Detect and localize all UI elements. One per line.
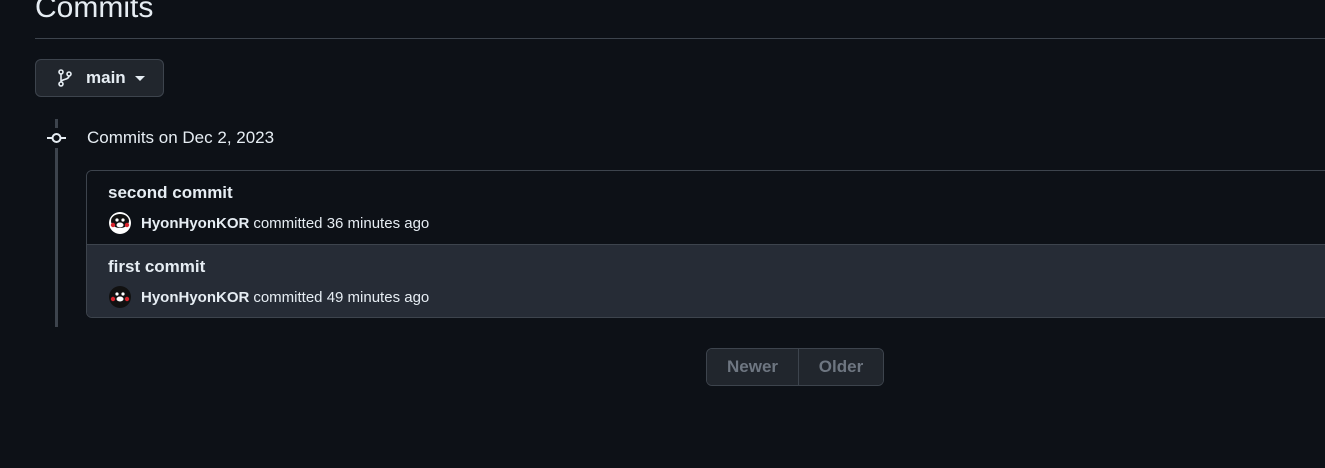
commit-list: second commit HyonHyonKOR committed 36 m…: [86, 170, 1325, 318]
title-divider: [35, 38, 1325, 39]
newer-button[interactable]: Newer: [707, 349, 799, 385]
commit-row[interactable]: second commit HyonHyonKOR committed 36 m…: [87, 171, 1325, 244]
timeline-line: [55, 119, 58, 327]
author-link[interactable]: HyonHyonKOR: [141, 289, 249, 306]
avatar[interactable]: [108, 285, 132, 309]
avatar[interactable]: [108, 211, 132, 235]
branch-selector-button[interactable]: main: [35, 59, 164, 97]
commit-node-icon: [46, 128, 67, 148]
author-link[interactable]: HyonHyonKOR: [141, 215, 249, 232]
commit-time: committed 36 minutes ago: [253, 214, 430, 232]
pagination: Newer Older: [706, 348, 884, 386]
commit-group-heading: Commits on Dec 2, 2023: [87, 128, 275, 147]
git-branch-icon: [56, 69, 74, 87]
caret-down-icon: [134, 72, 146, 84]
older-button[interactable]: Older: [799, 349, 883, 385]
commit-time: committed 49 minutes ago: [253, 288, 430, 306]
branch-name: main: [86, 68, 126, 87]
commit-meta: HyonHyonKOR committed 49 minutes ago: [108, 285, 429, 309]
commit-row[interactable]: first commit HyonHyonKOR committed 49 mi…: [87, 244, 1325, 317]
commit-meta: HyonHyonKOR committed 36 minutes ago: [108, 211, 429, 235]
commit-title-link[interactable]: first commit: [108, 257, 205, 277]
page-title: Commits: [35, 0, 154, 24]
commit-title-link[interactable]: second commit: [108, 183, 233, 203]
